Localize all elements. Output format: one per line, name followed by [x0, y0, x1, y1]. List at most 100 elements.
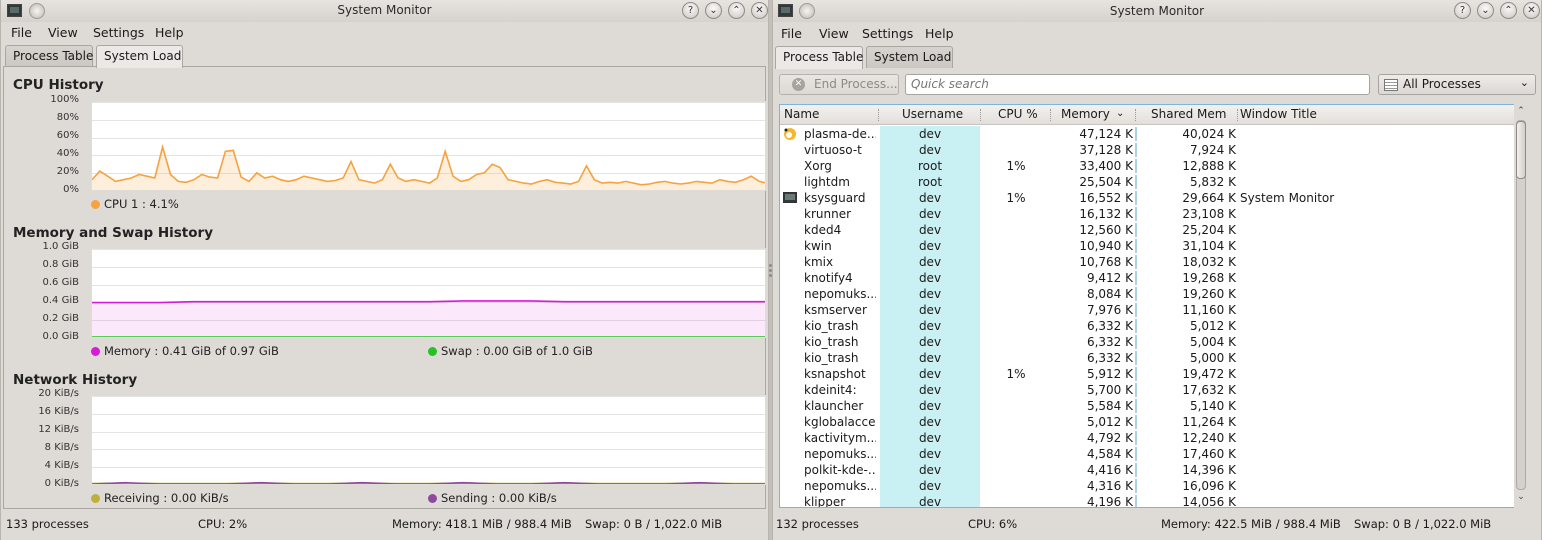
process-username: dev [880, 238, 980, 254]
table-row[interactable]: kglobalaccel dev 5,012 K 11,264 K [780, 414, 1520, 430]
process-memory: 7,976 K [1086, 303, 1133, 317]
process-table[interactable]: Name Username CPU % Memory ⌄ Shared Mem … [779, 104, 1521, 508]
scroll-up-icon[interactable]: ⌃ [1515, 106, 1527, 116]
process-name: virtuoso-t [804, 143, 862, 157]
table-row[interactable]: kio_trash dev 6,332 K 5,004 K [780, 334, 1520, 350]
process-cpu: 1% [1006, 191, 1026, 205]
table-row[interactable]: ksmserver dev 7,976 K 11,160 K [780, 302, 1520, 318]
table-row[interactable]: nepomuks... dev 4,584 K 17,460 K [780, 446, 1520, 462]
cpu-legend-dot [91, 200, 100, 209]
minimize-button[interactable]: ⌄ [705, 2, 722, 19]
minimize-button[interactable]: ⌄ [1477, 2, 1494, 19]
column-window-title[interactable]: Window Title [1240, 107, 1317, 121]
tab-system-load[interactable]: System Load [866, 46, 953, 68]
tab-system-load[interactable]: System Load [96, 45, 183, 68]
menu-help[interactable]: Help [155, 25, 184, 40]
process-window-title [1240, 158, 1500, 174]
table-row[interactable]: polkit-kde-... dev 4,416 K 14,396 K [780, 462, 1520, 478]
process-window-title [1240, 334, 1500, 350]
maximize-button[interactable]: ⌃ [728, 2, 745, 19]
column-separator[interactable] [1135, 109, 1136, 121]
tab-process-table[interactable]: Process Table [5, 45, 93, 67]
table-row[interactable]: nepomuks... dev 4,316 K 16,096 K [780, 478, 1520, 494]
column-separator[interactable] [980, 109, 981, 121]
cpu-ytick: 20% [56, 166, 79, 177]
column-shared-mem[interactable]: Shared Mem [1151, 107, 1227, 121]
scrollbar-thumb[interactable] [1516, 121, 1526, 179]
table-row[interactable]: knotify4 dev 9,412 K 19,268 K [780, 270, 1520, 286]
table-row[interactable]: lightdm root 25,504 K 5,832 K [780, 174, 1520, 190]
process-memory: 16,552 K [1079, 191, 1133, 205]
end-process-button[interactable]: ✕ End Process... [779, 74, 899, 95]
column-username[interactable]: Username [902, 107, 963, 121]
menu-file[interactable]: File [781, 26, 802, 41]
close-button[interactable]: ✕ [1523, 2, 1540, 19]
title-bar[interactable]: System Monitor ? ⌄ ⌃ ✕ [1, 0, 768, 22]
table-row[interactable]: ksysguard dev 1% 16,552 K 29,664 K System Mon… [780, 190, 1520, 206]
menu-view[interactable]: View [819, 26, 849, 41]
process-memory: 6,332 K [1086, 335, 1133, 349]
column-separator[interactable] [1050, 109, 1051, 121]
column-memory[interactable]: Memory [1061, 107, 1110, 121]
monitor-icon [783, 191, 797, 205]
table-row[interactable]: nepomuks... dev 8,084 K 19,260 K [780, 286, 1520, 302]
process-memory: 9,412 K [1086, 271, 1133, 285]
vertical-scrollbar[interactable]: ⌃ ⌄ [1514, 104, 1528, 508]
table-row[interactable]: kmix dev 10,768 K 18,032 K [780, 254, 1520, 270]
table-row[interactable]: kio_trash dev 6,332 K 5,012 K [780, 318, 1520, 334]
table-row[interactable]: virtuoso-t dev 37,128 K 7,924 K [780, 142, 1520, 158]
process-name: ksmserver [804, 303, 867, 317]
process-cpu [980, 238, 1052, 254]
tab-process-table[interactable]: Process Table [775, 46, 863, 69]
title-bar[interactable]: System Monitor ? ⌄ ⌃ ✕ [773, 0, 1541, 22]
table-row[interactable]: kdeinit4: dev 5,700 K 17,632 K [780, 382, 1520, 398]
quick-search-input[interactable]: Quick search [905, 74, 1370, 95]
process-shared-mem: 11,264 K [1182, 415, 1236, 429]
help-button[interactable]: ? [682, 2, 699, 19]
table-row[interactable]: ksnapshot dev 1% 5,912 K 19,472 K [780, 366, 1520, 382]
menu-help[interactable]: Help [925, 26, 954, 41]
table-row[interactable]: klipper dev 4,196 K 14,056 K [780, 494, 1520, 508]
process-window-title [1240, 382, 1500, 398]
process-username: dev [880, 270, 980, 286]
table-row[interactable]: plasma-de... dev 47,124 K 40,024 K [780, 126, 1520, 142]
maximize-button[interactable]: ⌃ [1500, 2, 1517, 19]
process-filter-select[interactable]: All Processes ⌄ [1378, 74, 1536, 95]
close-button[interactable]: ✕ [751, 2, 768, 19]
system-monitor-window-left: System Monitor ? ⌄ ⌃ ✕ File View Setting… [0, 0, 769, 540]
table-row[interactable]: krunner dev 16,132 K 23,108 K [780, 206, 1520, 222]
process-window-title: System Monitor [1240, 191, 1335, 205]
help-button[interactable]: ? [1454, 2, 1471, 19]
column-separator[interactable] [1237, 109, 1238, 121]
cpu-ytick: 0% [63, 184, 79, 195]
column-cpu[interactable]: CPU % [998, 107, 1038, 121]
table-row[interactable]: Xorg root 1% 33,400 K 12,888 K [780, 158, 1520, 174]
process-memory: 12,560 K [1079, 223, 1133, 237]
process-window-title [1240, 414, 1500, 430]
process-cpu [980, 126, 1052, 142]
menu-settings[interactable]: Settings [93, 25, 144, 40]
scroll-down-icon[interactable]: ⌄ [1515, 492, 1527, 502]
table-row[interactable]: kio_trash dev 6,332 K 5,000 K [780, 350, 1520, 366]
process-shared-mem: 14,056 K [1182, 495, 1236, 508]
table-row[interactable]: kactivitym... dev 4,792 K 12,240 K [780, 430, 1520, 446]
process-cpu [980, 286, 1052, 302]
table-row[interactable]: kwin dev 10,940 K 31,104 K [780, 238, 1520, 254]
table-row[interactable]: klauncher dev 5,584 K 5,140 K [780, 398, 1520, 414]
process-memory: 5,700 K [1086, 383, 1133, 397]
network-history-chart [92, 396, 765, 484]
cpu-history-chart [92, 102, 765, 190]
process-name: kdeinit4: [804, 383, 857, 397]
column-separator[interactable] [878, 109, 879, 121]
status-memory: Memory: 418.1 MiB / 988.4 MiB [392, 517, 572, 531]
column-name[interactable]: Name [784, 107, 819, 121]
table-row[interactable]: kded4 dev 12,560 K 25,204 K [780, 222, 1520, 238]
status-cpu: CPU: 6% [968, 517, 1018, 531]
menu-view[interactable]: View [48, 25, 78, 40]
process-memory: 5,912 K [1086, 367, 1133, 381]
menu-settings[interactable]: Settings [862, 26, 913, 41]
process-cpu [980, 302, 1052, 318]
menu-file[interactable]: File [11, 25, 32, 40]
process-name: kwin [804, 239, 832, 253]
memory-ytick: 0.0 GiB [42, 331, 79, 342]
